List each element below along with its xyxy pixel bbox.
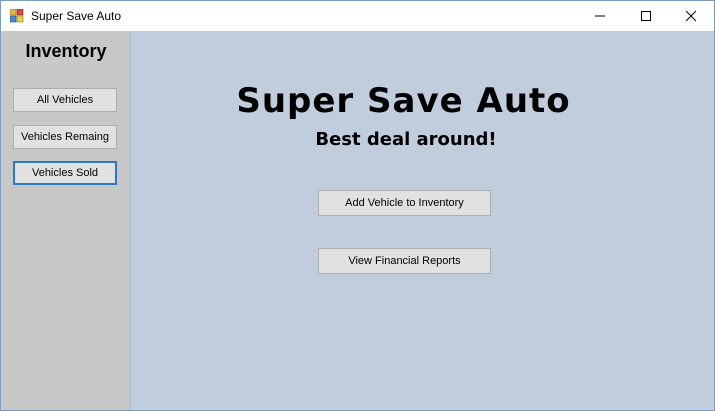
view-financial-reports-button[interactable]: View Financial Reports [318, 248, 491, 274]
maximize-button[interactable] [623, 1, 669, 31]
vehicles-sold-button[interactable]: Vehicles Sold [13, 161, 117, 185]
app-window: Super Save Auto Inventory All Vehicles V… [0, 0, 715, 411]
app-icon [9, 8, 24, 23]
maximize-icon [641, 11, 651, 21]
minimize-button[interactable] [577, 1, 623, 31]
vehicles-remaining-button[interactable]: Vehicles Remaing [13, 125, 117, 149]
window-title: Super Save Auto [31, 9, 122, 23]
sidebar: Inventory All Vehicles Vehicles Remaing … [1, 31, 131, 410]
main-title: Super Save Auto [236, 81, 571, 121]
add-vehicle-button[interactable]: Add Vehicle to Inventory [318, 190, 491, 216]
close-button[interactable] [668, 1, 714, 31]
title-bar[interactable]: Super Save Auto [1, 1, 714, 31]
close-icon [685, 10, 697, 22]
sidebar-title: Inventory [25, 41, 107, 61]
all-vehicles-button[interactable]: All Vehicles [13, 88, 117, 112]
main-subtitle: Best deal around! [315, 129, 497, 150]
main-panel: Super Save Auto Best deal around! Add Ve… [131, 31, 714, 410]
minimize-icon [595, 15, 605, 17]
